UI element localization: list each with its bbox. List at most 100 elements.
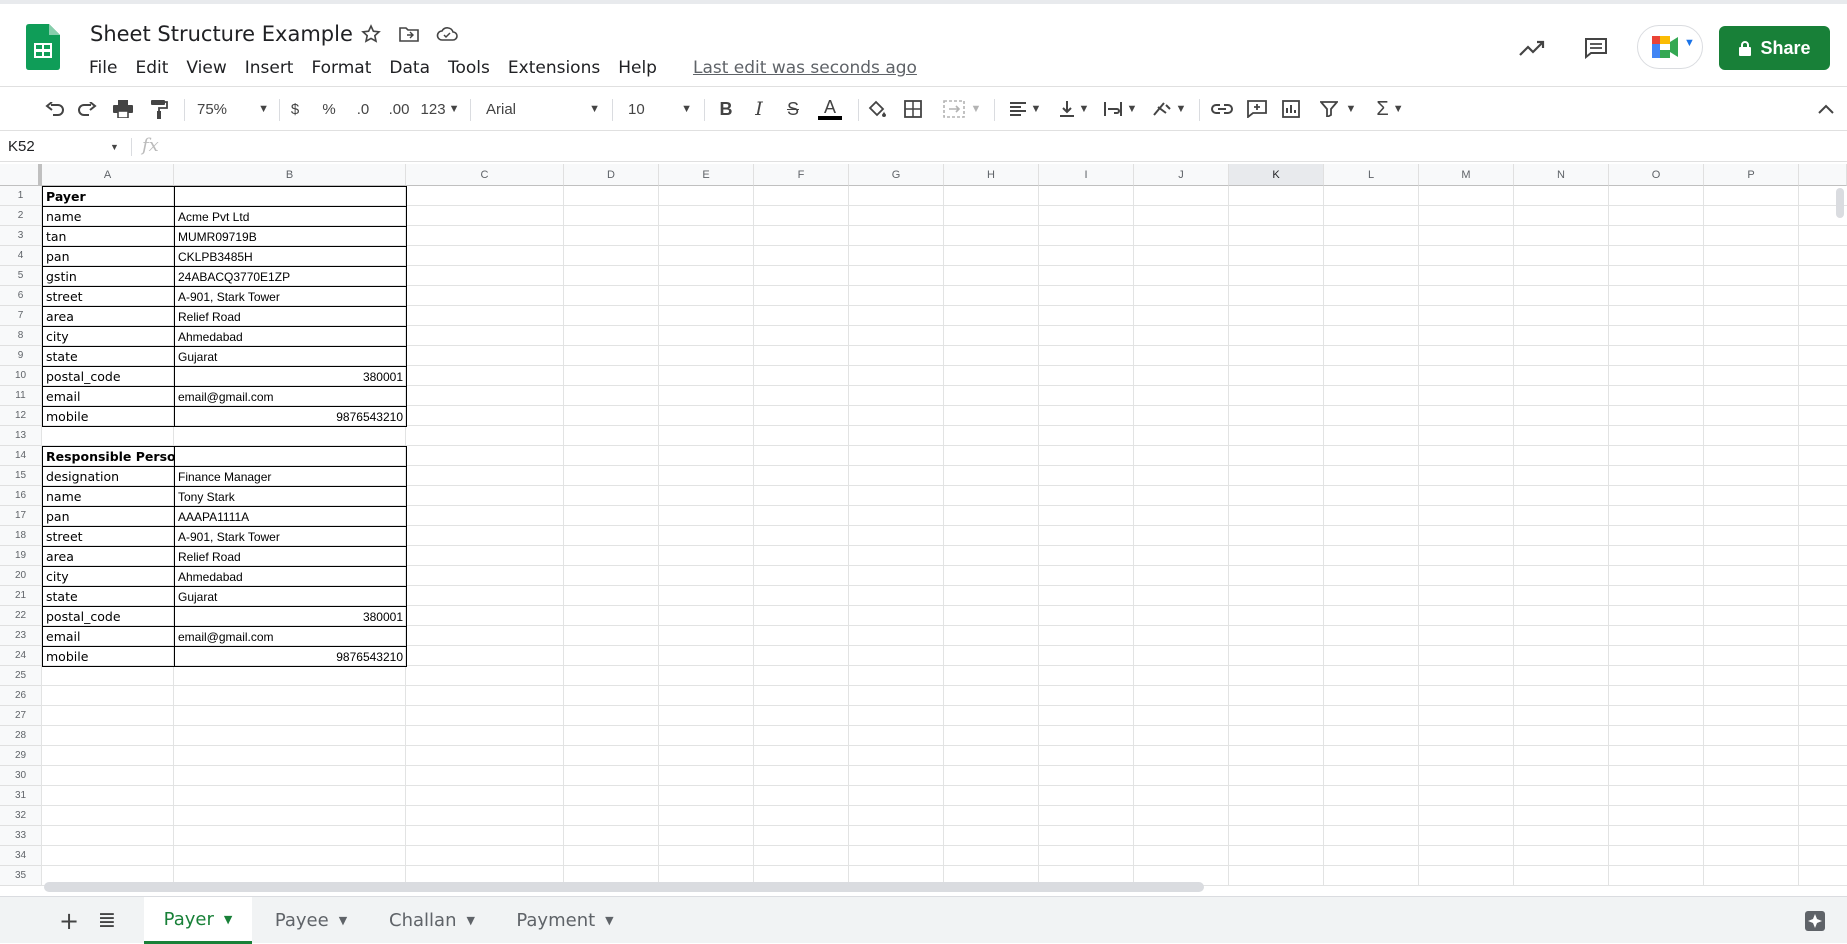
- strikethrough-icon[interactable]: S: [783, 97, 803, 121]
- value-cell[interactable]: Ahmedabad: [174, 326, 407, 347]
- chevron-down-icon[interactable]: ▼: [224, 913, 232, 926]
- value-cell[interactable]: Ahmedabad: [174, 566, 407, 587]
- row-header-24[interactable]: 24: [0, 646, 42, 666]
- column-header-c[interactable]: C: [406, 164, 564, 186]
- key-cell[interactable]: designation: [42, 466, 175, 487]
- row-header-28[interactable]: 28: [0, 726, 42, 746]
- row-header-20[interactable]: 20: [0, 566, 42, 586]
- share-button[interactable]: Share: [1719, 26, 1830, 70]
- value-cell[interactable]: AAAPA1111A: [174, 506, 407, 527]
- italic-icon[interactable]: I: [749, 97, 769, 121]
- key-cell[interactable]: postal_code: [42, 606, 175, 627]
- move-to-folder-icon[interactable]: [398, 23, 420, 45]
- fill-color-icon[interactable]: [866, 97, 888, 121]
- text-wrapping-icon[interactable]: ▼: [1100, 97, 1140, 121]
- value-cell[interactable]: 380001: [174, 606, 407, 627]
- key-cell[interactable]: tan: [42, 226, 175, 247]
- menu-file[interactable]: File: [80, 58, 126, 78]
- column-header-d[interactable]: D: [564, 164, 659, 186]
- row-header-27[interactable]: 27: [0, 706, 42, 726]
- collapse-toolbar-icon[interactable]: [1816, 97, 1836, 121]
- menu-view[interactable]: View: [177, 58, 235, 78]
- sheets-logo-icon[interactable]: [26, 24, 60, 70]
- key-cell[interactable]: city: [42, 326, 175, 347]
- value-cell[interactable]: email@gmail.com: [174, 626, 407, 647]
- row-header-3[interactable]: 3: [0, 226, 42, 246]
- menu-extensions[interactable]: Extensions: [499, 58, 609, 78]
- insert-comment-icon[interactable]: [1246, 97, 1268, 121]
- row-header-23[interactable]: 23: [0, 626, 42, 646]
- activity-trend-icon[interactable]: [1518, 34, 1546, 62]
- row-header-15[interactable]: 15: [0, 466, 42, 486]
- row-header-22[interactable]: 22: [0, 606, 42, 626]
- zoom-select[interactable]: 75% ▼: [197, 97, 269, 121]
- row-header-17[interactable]: 17: [0, 506, 42, 526]
- menu-format[interactable]: Format: [302, 58, 380, 78]
- row-header-2[interactable]: 2: [0, 206, 42, 226]
- menu-edit[interactable]: Edit: [126, 58, 177, 78]
- row-header-21[interactable]: 21: [0, 586, 42, 606]
- insert-chart-icon[interactable]: [1280, 97, 1302, 121]
- value-cell[interactable]: Acme Pvt Ltd: [174, 206, 407, 227]
- key-cell[interactable]: pan: [42, 246, 175, 267]
- column-header-i[interactable]: I: [1039, 164, 1134, 186]
- row-header-32[interactable]: 32: [0, 806, 42, 826]
- menu-tools[interactable]: Tools: [439, 58, 499, 78]
- row-header-35[interactable]: 35: [0, 866, 42, 886]
- increase-decimal-button[interactable]: .00: [386, 97, 412, 121]
- row-header-12[interactable]: 12: [0, 406, 42, 426]
- value-cell[interactable]: CKLPB3485H: [174, 246, 407, 267]
- chevron-down-icon[interactable]: ▼: [466, 914, 474, 927]
- key-cell[interactable]: street: [42, 286, 175, 307]
- value-cell[interactable]: MUMR09719B: [174, 226, 407, 247]
- row-header-9[interactable]: 9: [0, 346, 42, 366]
- key-cell[interactable]: state: [42, 586, 175, 607]
- borders-icon[interactable]: [902, 97, 924, 121]
- value-cell[interactable]: Relief Road: [174, 306, 407, 327]
- column-header-n[interactable]: N: [1514, 164, 1609, 186]
- key-cell[interactable]: email: [42, 386, 175, 407]
- font-family-select[interactable]: Arial ▼: [486, 97, 600, 121]
- chevron-down-icon[interactable]: ▼: [605, 914, 613, 927]
- document-title[interactable]: Sheet Structure Example: [90, 22, 353, 46]
- add-sheet-icon[interactable]: +: [54, 897, 84, 944]
- redo-icon[interactable]: [76, 97, 100, 121]
- column-header-m[interactable]: M: [1419, 164, 1514, 186]
- row-header-33[interactable]: 33: [0, 826, 42, 846]
- row-header-7[interactable]: 7: [0, 306, 42, 326]
- print-icon[interactable]: [111, 97, 135, 121]
- menu-data[interactable]: Data: [380, 58, 439, 78]
- row-header-16[interactable]: 16: [0, 486, 42, 506]
- column-header-o[interactable]: O: [1609, 164, 1704, 186]
- row-header-13[interactable]: 13: [0, 426, 42, 446]
- value-cell[interactable]: A-901, Stark Tower: [174, 526, 407, 547]
- font-size-select[interactable]: 10 ▼: [628, 97, 692, 121]
- key-cell[interactable]: name: [42, 486, 175, 507]
- row-header-29[interactable]: 29: [0, 746, 42, 766]
- column-header-k[interactable]: K: [1229, 164, 1324, 186]
- row-header-1[interactable]: 1: [0, 186, 42, 206]
- vertical-align-icon[interactable]: ▼: [1056, 97, 1092, 121]
- row-header-26[interactable]: 26: [0, 686, 42, 706]
- horizontal-scrollbar[interactable]: [44, 882, 1204, 892]
- bold-icon[interactable]: B: [716, 97, 736, 121]
- key-cell[interactable]: area: [42, 546, 175, 567]
- key-cell[interactable]: email: [42, 626, 175, 647]
- row-header-11[interactable]: 11: [0, 386, 42, 406]
- last-edit-link[interactable]: Last edit was seconds ago: [684, 58, 926, 78]
- value-cell[interactable]: A-901, Stark Tower: [174, 286, 407, 307]
- value-cell[interactable]: 380001: [174, 366, 407, 387]
- percent-format-button[interactable]: %: [321, 97, 337, 121]
- row-header-31[interactable]: 31: [0, 786, 42, 806]
- value-cell[interactable]: Relief Road: [174, 546, 407, 567]
- value-cell[interactable]: email@gmail.com: [174, 386, 407, 407]
- key-cell[interactable]: city: [42, 566, 175, 587]
- star-icon[interactable]: [360, 23, 382, 45]
- more-formats-select[interactable]: 123 ▼: [421, 97, 460, 121]
- key-cell[interactable]: area: [42, 306, 175, 327]
- meet-dropdown-icon[interactable]: ▼: [1684, 37, 1695, 49]
- insert-link-icon[interactable]: [1210, 97, 1234, 121]
- value-cell[interactable]: 9876543210: [174, 646, 407, 667]
- sheet-tab-payee[interactable]: Payee ▼: [256, 897, 366, 944]
- key-cell[interactable]: postal_code: [42, 366, 175, 387]
